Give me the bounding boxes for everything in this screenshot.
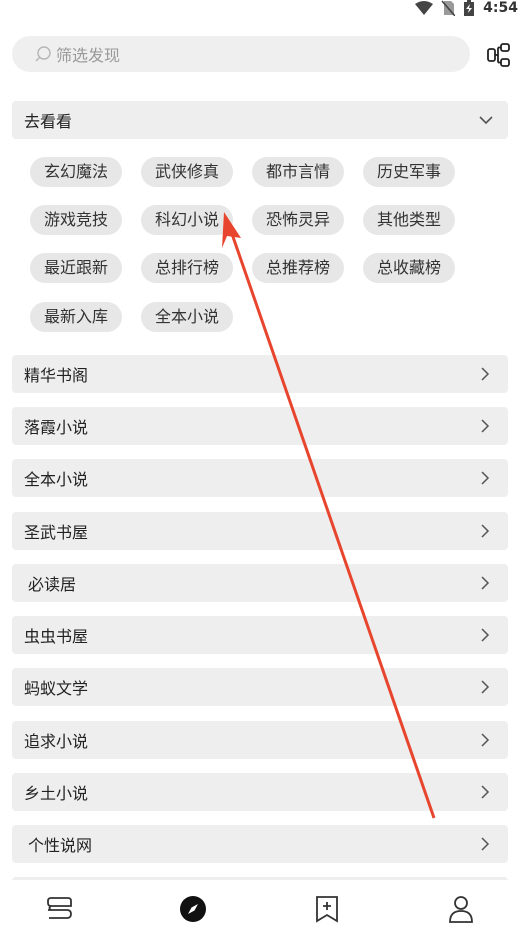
chevron-down-icon: [479, 116, 493, 125]
layout-switch-icon[interactable]: [486, 42, 512, 68]
chevron-right-icon: [481, 733, 490, 747]
source-label: 精华书阁: [24, 366, 89, 385]
chevron-right-icon: [481, 419, 490, 433]
chip-kehuan[interactable]: 科幻小说: [141, 205, 234, 235]
bottom-nav: [0, 880, 524, 932]
source-row[interactable]: 圣武书屋: [12, 512, 508, 550]
chevron-right-icon: [481, 524, 490, 538]
source-row[interactable]: 虫虫书屋: [12, 616, 508, 654]
chip-qita[interactable]: 其他类型: [363, 205, 456, 235]
person-icon[interactable]: [446, 894, 476, 924]
source-label: 追求小说: [24, 732, 89, 751]
chip-quanben[interactable]: 全本小说: [141, 302, 234, 332]
source-row[interactable]: 乡土小说: [12, 773, 508, 811]
chevron-right-icon: [481, 785, 490, 799]
chevron-right-icon: [481, 680, 490, 694]
source-label: 必读居: [28, 575, 77, 594]
no-sim-icon: [441, 0, 456, 16]
status-bar: 4:54: [0, 0, 524, 22]
status-time: 4:54: [483, 0, 518, 16]
source-row[interactable]: 追求小说: [12, 721, 508, 759]
bookmark-add-icon[interactable]: [312, 894, 342, 924]
status-icons: 4:54: [415, 0, 518, 16]
chip-paihang[interactable]: 总排行榜: [141, 253, 234, 283]
chip-wuxia[interactable]: 武侠修真: [141, 157, 234, 187]
source-label: 乡土小说: [24, 784, 89, 803]
wifi-icon: [415, 1, 434, 15]
search-icon: [35, 46, 51, 62]
chip-shoucang[interactable]: 总收藏榜: [363, 253, 456, 283]
source-row[interactable]: 个性说网: [12, 825, 508, 863]
chip-zuixin[interactable]: 最新入库: [30, 302, 123, 332]
source-label: 个性说网: [28, 836, 93, 855]
chip-zuijin[interactable]: 最近跟新: [30, 253, 123, 283]
compass-icon[interactable]: [178, 894, 208, 924]
chip-xuanhuan[interactable]: 玄幻魔法: [30, 157, 123, 187]
source-label: 落霞小说: [24, 418, 89, 437]
chip-dushi[interactable]: 都市言情: [252, 157, 345, 187]
bookshelf-icon[interactable]: [45, 894, 75, 924]
chip-kongbu[interactable]: 恐怖灵异: [252, 205, 345, 235]
source-label: 圣武书屋: [24, 523, 89, 542]
search-placeholder: 筛选发现: [56, 46, 121, 65]
chip-lishi[interactable]: 历史军事: [363, 157, 456, 187]
source-row[interactable]: 蚂蚁文学: [12, 668, 508, 706]
source-row[interactable]: 全本小说: [12, 459, 508, 497]
chevron-right-icon: [481, 576, 490, 590]
chevron-right-icon: [481, 471, 490, 485]
battery-charging-icon: [464, 0, 475, 16]
source-label: 蚂蚁文学: [24, 679, 89, 698]
chevron-right-icon: [481, 628, 490, 642]
chip-tuijian[interactable]: 总推荐榜: [252, 253, 345, 283]
chevron-right-icon: [481, 837, 490, 851]
search-input[interactable]: 筛选发现: [12, 36, 470, 72]
source-row[interactable]: 必读居: [12, 564, 508, 602]
chip-youxi[interactable]: 游戏竞技: [30, 205, 123, 235]
source-row[interactable]: 落霞小说: [12, 407, 508, 445]
source-label: 全本小说: [24, 470, 89, 489]
source-row[interactable]: 精华书阁: [12, 355, 508, 393]
discover-group-header[interactable]: 去看看: [12, 101, 508, 139]
chevron-right-icon: [481, 367, 490, 381]
source-label: 虫虫书屋: [24, 627, 89, 646]
group-title: 去看看: [24, 112, 73, 131]
